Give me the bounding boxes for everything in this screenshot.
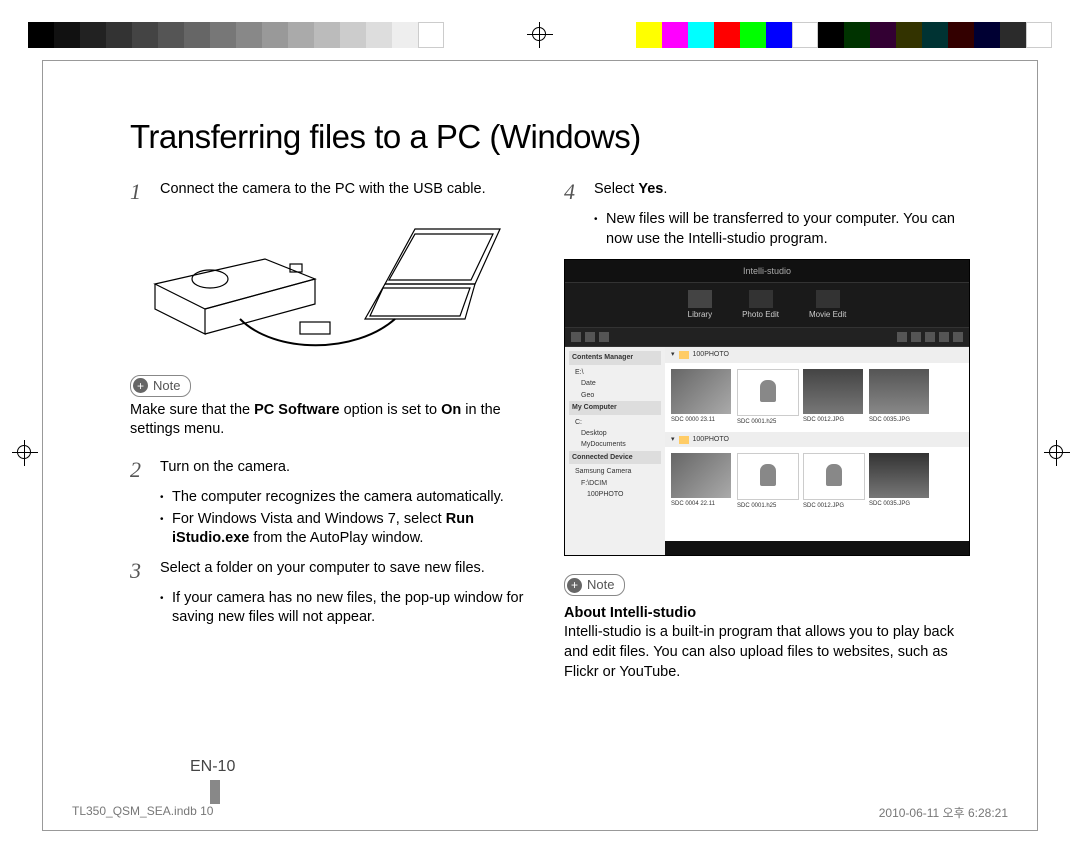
grayscale-swatches (28, 22, 444, 48)
print-marks-row (28, 20, 1052, 50)
note-2-heading: About Intelli-studio (564, 605, 696, 621)
color-swatches (636, 22, 1052, 48)
folder-label: 100PHOTO (693, 350, 729, 359)
file-thumb: SDC 0001.h25 (737, 369, 797, 426)
registration-right (1044, 440, 1068, 464)
file-thumb: SDC 0000 23.11 (671, 369, 731, 426)
step-4-bullets: New files will be transferred to your co… (594, 210, 970, 249)
step-4: 4 Select Yes. (564, 180, 970, 204)
step-1: 1 Connect the camera to the PC with the … (130, 180, 536, 204)
sidebar-header: My Computer (569, 401, 661, 414)
list-item: If your camera has no new files, the pop… (160, 589, 536, 628)
list-item: New files will be transferred to your co… (594, 210, 970, 249)
file-thumb: SDC 0035.JPG (869, 369, 929, 426)
tab-movie-edit: Movie Edit (809, 290, 846, 321)
app-title-text: Intelli-studio (743, 265, 791, 277)
note-label: Note (587, 576, 614, 594)
sidebar-node: Samsung Camera (569, 466, 661, 477)
sidebar-header: Contents Manager (569, 351, 661, 364)
sidebar-node: Date (569, 378, 661, 389)
file-thumb: SDC 0035.JPG (869, 453, 929, 510)
file-thumb: SDC 0012.JPG (803, 369, 863, 426)
app-tabs: Library Photo Edit Movie Edit (565, 283, 969, 328)
sidebar-node: Geo (569, 390, 661, 401)
plus-icon: + (567, 578, 582, 593)
sidebar-node: E:\ (569, 367, 661, 378)
right-column: 4 Select Yes. New files will be transfer… (564, 180, 970, 682)
tab-photo-edit: Photo Edit (742, 290, 779, 321)
sidebar-node: F:\DCIM (569, 478, 661, 489)
camera-usb-illustration (140, 214, 510, 359)
left-column: 1 Connect the camera to the PC with the … (130, 180, 536, 682)
sidebar-node: 100PHOTO (569, 489, 661, 500)
intelli-studio-screenshot: Intelli-studio Library Photo Edit Movie … (564, 259, 970, 556)
sidebar-node: MyDocuments (569, 439, 661, 450)
text-seg: For Windows Vista and Windows 7, select (172, 511, 446, 527)
note-label: Note (153, 377, 180, 395)
step-number: 2 (130, 458, 160, 482)
step-2-bullets: The computer recognizes the camera autom… (160, 488, 536, 549)
list-item: For Windows Vista and Windows 7, select … (160, 510, 536, 549)
file-thumb: SDC 0012.JPG (803, 453, 863, 510)
note-badge-1: + Note (130, 375, 191, 397)
step-2: 2 Turn on the camera. (130, 458, 536, 482)
thumbs-row-2: SDC 0004 22.11 SDC 0001.h25 SDC 0012.JPG… (665, 447, 969, 516)
app-sidebar: Contents Manager E:\ Date Geo My Compute… (565, 347, 665, 556)
app-titlebar: Intelli-studio (565, 260, 969, 283)
step-number: 3 (130, 559, 160, 583)
tab-library: Library (688, 290, 712, 321)
list-item: The computer recognizes the camera autom… (160, 488, 536, 508)
footer-timestamp: 2010-06-11 오후 6:28:21 (879, 804, 1008, 821)
footer-meta: TL350_QSM_SEA.indb 10 2010-06-11 오후 6:28… (72, 804, 1008, 821)
plus-icon: + (133, 378, 148, 393)
step-3: 3 Select a folder on your computer to sa… (130, 559, 536, 583)
sidebar-node: Desktop (569, 428, 661, 439)
footer-filename: TL350_QSM_SEA.indb 10 (72, 804, 213, 821)
text-seg: Select (594, 181, 638, 197)
step-text: Connect the camera to the PC with the US… (160, 180, 536, 204)
sidebar-header: Connected Device (569, 451, 661, 464)
note-bold: PC Software (254, 402, 339, 418)
app-footer-bar (665, 541, 969, 556)
page-number: EN-10 (190, 758, 235, 776)
app-main: ▾100PHOTO SDC 0000 23.11 SDC 0001.h25 SD… (665, 347, 969, 556)
thumbs-row-1: SDC 0000 23.11 SDC 0001.h25 SDC 0012.JPG… (665, 363, 969, 432)
note-text-seg: option is set to (340, 402, 442, 418)
note-bold: On (441, 402, 461, 418)
note-text-seg: Make sure that the (130, 402, 254, 418)
step-3-bullets: If your camera has no new files, the pop… (160, 589, 536, 628)
file-thumb: SDC 0004 22.11 (671, 453, 731, 510)
sidebar-node: C: (569, 417, 661, 428)
page-title: Transferring files to a PC (Windows) (130, 118, 970, 156)
step-text: Turn on the camera. (160, 458, 536, 482)
note-badge-2: + Note (564, 574, 625, 596)
step-text: Select a folder on your computer to save… (160, 559, 536, 583)
registration-left (12, 440, 36, 464)
step-number: 4 (564, 180, 594, 204)
file-thumb: SDC 0001.h25 (737, 453, 797, 510)
text-seg: from the AutoPlay window. (249, 530, 423, 546)
registration-center (444, 22, 636, 48)
folder-label: 100PHOTO (693, 435, 729, 444)
text-bold: Yes (638, 181, 663, 197)
app-toolbar (565, 328, 969, 347)
step-number: 1 (130, 180, 160, 204)
text-seg: . (663, 181, 667, 197)
note-2-text: Intelli-studio is a built-in program tha… (564, 623, 970, 682)
step-text: Select Yes. (594, 180, 970, 204)
page-number-bar (210, 780, 220, 804)
note-1-text: Make sure that the PC Software option is… (130, 401, 536, 440)
